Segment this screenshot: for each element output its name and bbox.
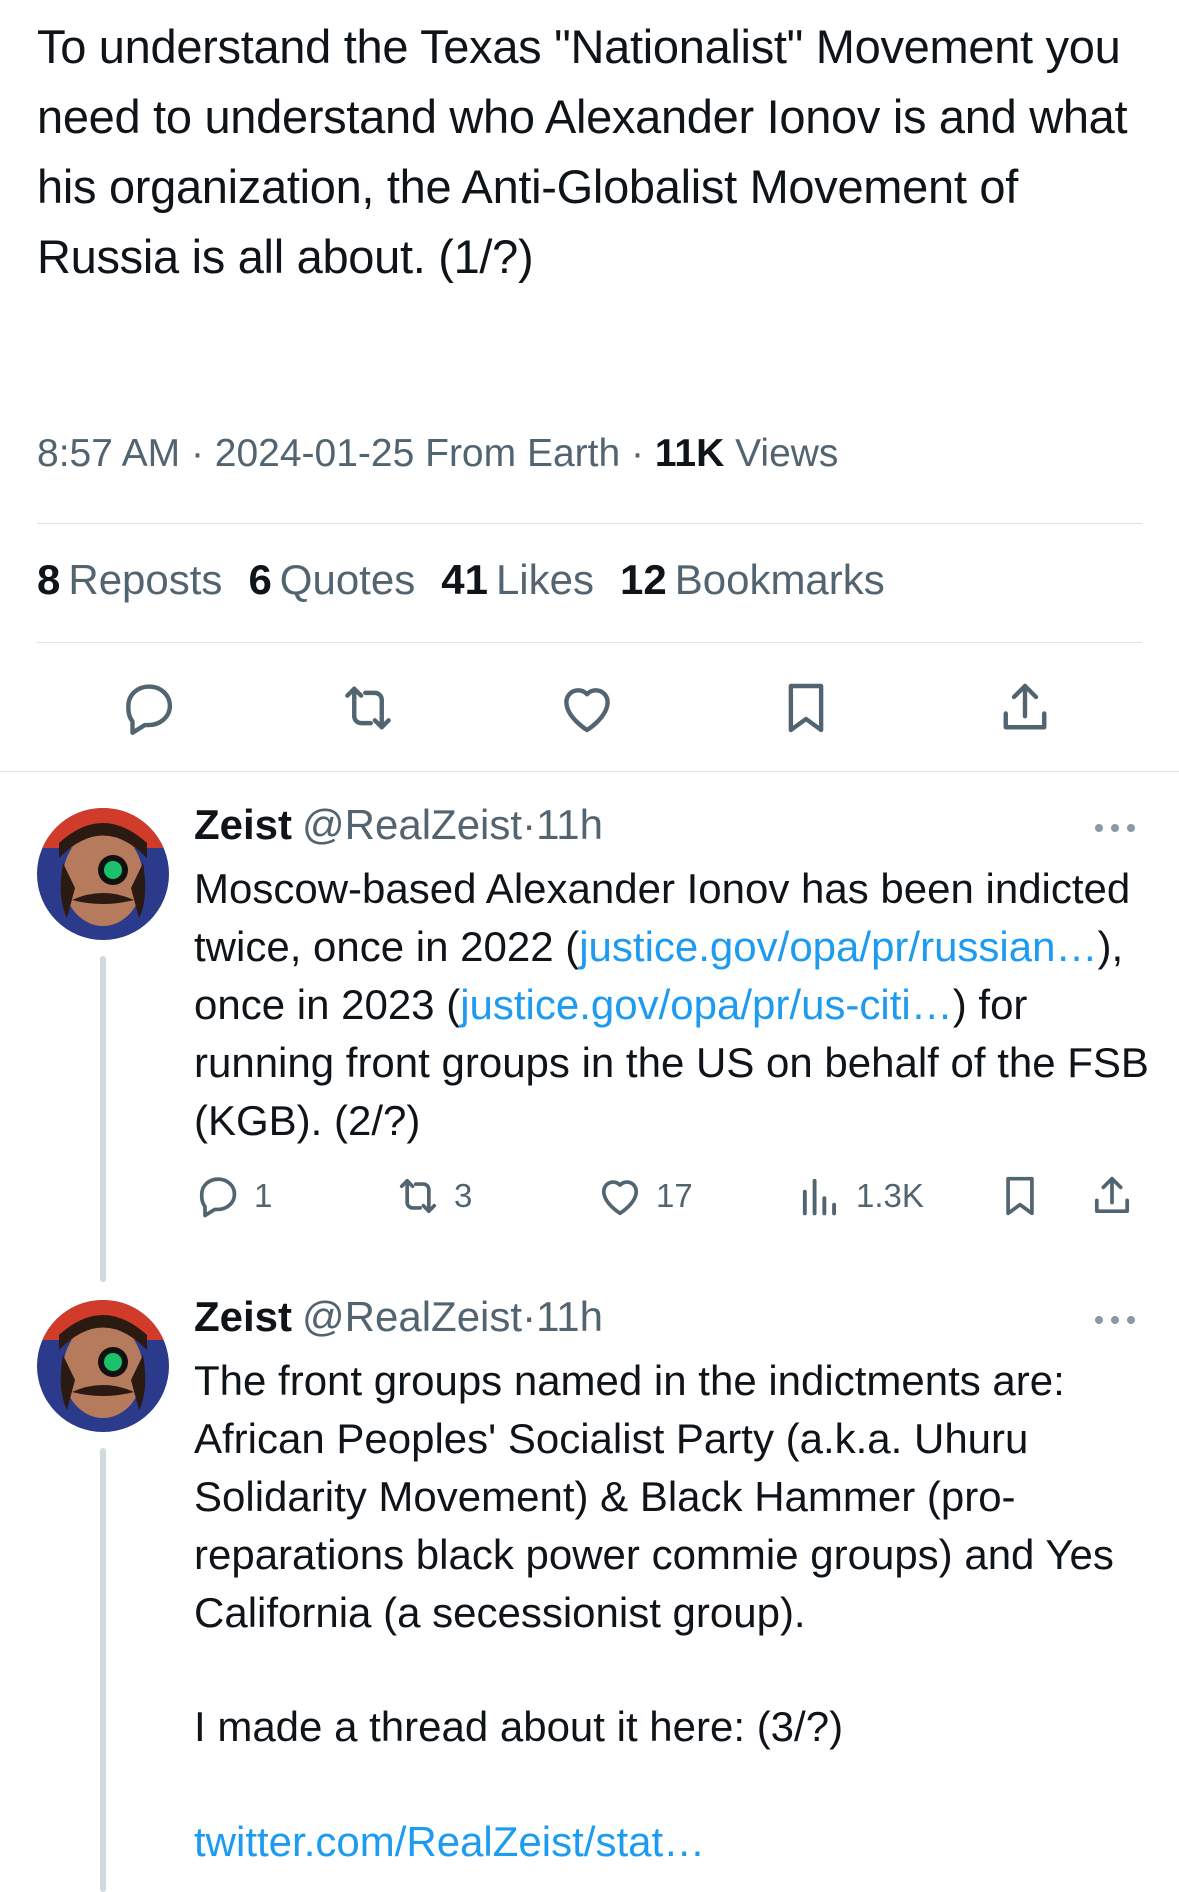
tweet-source: From Earth xyxy=(425,432,621,475)
bookmarks-label: Bookmarks xyxy=(674,556,885,603)
tweet-time[interactable]: 8:57 AM xyxy=(37,432,180,475)
meta-separator: · xyxy=(631,432,645,475)
tweet-action-bar xyxy=(0,675,1179,745)
bookmarks-count: 12 xyxy=(620,556,667,603)
avatar-image xyxy=(37,1300,169,1432)
thread-line xyxy=(100,956,106,1282)
meta-separator: · xyxy=(190,432,204,475)
author-handle[interactable]: @RealZeist xyxy=(302,1293,522,1340)
likes-count: 41 xyxy=(441,556,488,603)
reply-time[interactable]: 11h xyxy=(536,1293,603,1340)
tweet-date[interactable]: 2024-01-25 xyxy=(215,432,415,475)
repost-icon[interactable] xyxy=(335,675,401,741)
divider xyxy=(37,523,1142,524)
reply-text: The front groups named in the indictment… xyxy=(194,1357,1114,1636)
more-options-icon[interactable] xyxy=(1092,1313,1138,1327)
reply-header: Zeist @RealZeist·11h xyxy=(194,1293,603,1341)
reply-link[interactable]: justice.gov/opa/pr/russian… xyxy=(579,923,1097,970)
thread-line xyxy=(100,1448,106,1892)
reposts-stat[interactable]: 8 Reposts xyxy=(37,556,222,604)
reply-count: 1 xyxy=(254,1177,273,1214)
reply-button[interactable]: 1 xyxy=(192,1170,272,1222)
reposts-label: Reposts xyxy=(68,556,223,603)
reply-action-bar: 1 3 17 1.3K xyxy=(0,1170,1179,1226)
like-button[interactable]: 17 xyxy=(594,1170,693,1222)
like-icon[interactable] xyxy=(554,675,620,741)
main-tweet-text: To understand the Texas "Nationalist" Mo… xyxy=(37,20,1128,283)
likes-label: Likes xyxy=(495,556,594,603)
bookmarks-stat[interactable]: 12 Bookmarks xyxy=(620,556,885,604)
repost-button[interactable]: 3 xyxy=(392,1170,472,1222)
reply-text: Moscow-based Alexander Ionov has been in… xyxy=(194,860,1154,1150)
author-handle[interactable]: @RealZeist xyxy=(302,801,522,848)
divider xyxy=(0,771,1179,772)
more-options-icon[interactable] xyxy=(1092,821,1138,835)
avatar-image xyxy=(37,808,169,940)
view-count: 1.3K xyxy=(856,1177,924,1214)
bookmark-icon[interactable] xyxy=(994,1170,1046,1222)
share-icon[interactable] xyxy=(1086,1170,1138,1222)
reply-icon[interactable] xyxy=(116,675,182,741)
author-name[interactable]: Zeist xyxy=(194,801,292,848)
avatar[interactable] xyxy=(37,808,169,940)
reply-header: Zeist @RealZeist·11h xyxy=(194,801,603,849)
share-icon[interactable] xyxy=(992,675,1058,741)
reposts-count: 8 xyxy=(37,556,61,603)
divider xyxy=(37,642,1142,643)
reply-time[interactable]: 11h xyxy=(536,801,603,848)
quotes-count: 6 xyxy=(248,556,272,603)
reply-link[interactable]: justice.gov/opa/pr/us-citi… xyxy=(460,981,953,1028)
like-icon xyxy=(601,1180,639,1216)
reply-icon xyxy=(199,1177,237,1218)
reply-text: I made a thread about it here: (3/?) xyxy=(194,1703,844,1750)
repost-icon xyxy=(399,1178,437,1214)
engagement-stats: 8 Reposts 6 Quotes 41 Likes 12 Bookmarks xyxy=(37,556,885,604)
views-icon xyxy=(802,1178,837,1216)
meta-separator: · xyxy=(522,801,537,848)
quotes-stat[interactable]: 6 Quotes xyxy=(248,556,415,604)
views-button[interactable]: 1.3K xyxy=(794,1170,924,1222)
views-count: 11K xyxy=(654,432,725,475)
views-label: Views xyxy=(735,432,839,475)
repost-count: 3 xyxy=(454,1177,473,1214)
reply-link[interactable]: twitter.com/RealZeist/stat… xyxy=(194,1813,1154,1871)
likes-stat[interactable]: 41 Likes xyxy=(441,556,594,604)
like-count: 17 xyxy=(656,1177,693,1214)
tweet-meta: 8:57 AM · 2024-01-25 From Earth · 11K Vi… xyxy=(37,432,838,476)
meta-separator: · xyxy=(522,1293,537,1340)
avatar[interactable] xyxy=(37,1300,169,1432)
quotes-label: Quotes xyxy=(279,556,416,603)
bookmark-icon[interactable] xyxy=(773,675,839,741)
author-name[interactable]: Zeist xyxy=(194,1293,292,1340)
